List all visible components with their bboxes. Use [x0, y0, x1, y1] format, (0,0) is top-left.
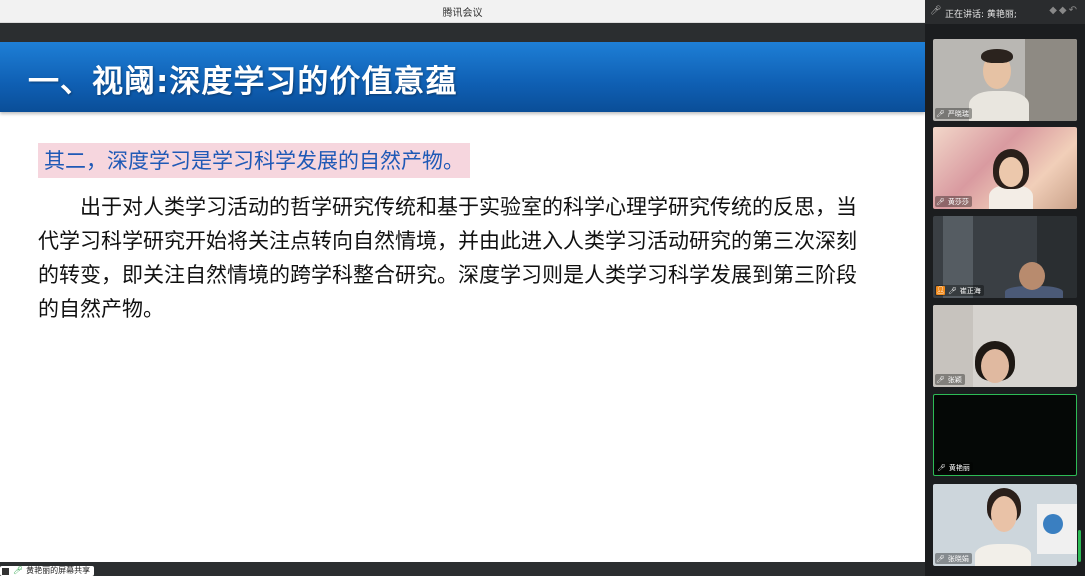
participant-label: 🎤︎ 黄艳丽 — [936, 462, 973, 473]
slide-paragraph: 出于对人类学习活动的哲学研究传统和基于实验室的科学心理学研究传统的反思，当代学习… — [38, 195, 857, 321]
participant-label: 🎤︎ 张颖 — [935, 374, 965, 385]
participant-tile[interactable]: 🎤︎ 张颖 — [933, 305, 1077, 387]
person-head — [981, 349, 1009, 383]
person-hair — [981, 49, 1013, 63]
mic-icon: 🎤︎ — [936, 554, 945, 563]
person-head — [999, 157, 1023, 187]
participant-name: 严晓瑞 — [947, 109, 969, 118]
panel-controls-icon[interactable]: ◆◆↶ — [1049, 5, 1079, 16]
title-bar: 腾讯会议 — [0, 0, 925, 23]
video-background-shelf — [1025, 39, 1077, 121]
mic-icon: 🎤︎ — [13, 566, 24, 575]
mic-icon: 🎤︎ — [936, 197, 945, 206]
screen-icon — [2, 567, 9, 575]
participant-label: 🎤︎ 严晓瑞 — [935, 108, 972, 119]
top-toolbar-strip — [0, 23, 925, 42]
shared-slide: 一、视阈:深度学习的价值意蕴 其二，深度学习是学习科学发展的自然产物。 出于对人… — [0, 42, 925, 562]
participant-tile[interactable]: 🎤︎ 严晓瑞 — [933, 39, 1077, 121]
host-badge-icon: 👤︎ — [936, 286, 945, 295]
screen-share-label: 黄艳丽的屏幕共享 — [26, 566, 91, 575]
speaking-label: 正在讲话: 黄艳丽; — [945, 10, 1017, 20]
person-head — [1019, 262, 1045, 290]
participant-name: 张颖 — [947, 375, 962, 384]
window-title: 腾讯会议 — [442, 8, 483, 19]
mic-icon: 🎤︎ — [937, 463, 946, 472]
participant-name: 黄艳丽 — [948, 463, 970, 472]
participant-name: 崔正海 — [959, 286, 981, 295]
participant-name: 黄莎莎 — [947, 197, 969, 206]
speaking-indicator: 🎤︎ 正在讲话: 黄艳丽; ◆◆↶ — [925, 0, 1085, 24]
participant-tile[interactable]: 🎤︎ 张晓娟 — [933, 484, 1077, 566]
logo-icon — [1043, 514, 1063, 534]
mic-icon: 🎤︎ — [936, 375, 945, 384]
mic-icon: 🎤︎ — [948, 286, 957, 295]
participant-label: 🎤︎ 张晓娟 — [935, 553, 972, 564]
person-body — [969, 91, 1029, 121]
slide-heading: 一、视阈:深度学习的价值意蕴 — [28, 64, 458, 100]
participants-panel: 🎤︎ 正在讲话: 黄艳丽; ◆◆↶ 🎤︎ 严晓瑞 🎤︎ 黄莎莎 👤︎ 🎤︎ 崔正… — [925, 0, 1085, 576]
person-body — [975, 544, 1031, 566]
slide-subheading: 其二，深度学习是学习科学发展的自然产物。 — [38, 143, 470, 178]
screen-share-badge[interactable]: 🎤︎ 黄艳丽的屏幕共享 — [0, 566, 95, 576]
panel-scrollbar[interactable] — [1078, 530, 1081, 562]
person-head — [991, 496, 1017, 532]
bottom-bar — [0, 562, 925, 576]
participant-name: 张晓娟 — [947, 554, 969, 563]
mic-icon: 🎤︎ — [930, 6, 942, 16]
participant-tile-active[interactable]: 🎤︎ 黄艳丽 — [933, 394, 1077, 476]
mic-icon: 🎤︎ — [936, 109, 945, 118]
participant-label: 👤︎ 🎤︎ 崔正海 — [935, 285, 984, 296]
participant-tile[interactable]: 👤︎ 🎤︎ 崔正海 — [933, 216, 1077, 298]
slide-header-band: 一、视阈:深度学习的价值意蕴 — [0, 42, 925, 112]
participant-label: 🎤︎ 黄莎莎 — [935, 196, 972, 207]
participant-tile[interactable]: 🎤︎ 黄莎莎 — [933, 127, 1077, 209]
